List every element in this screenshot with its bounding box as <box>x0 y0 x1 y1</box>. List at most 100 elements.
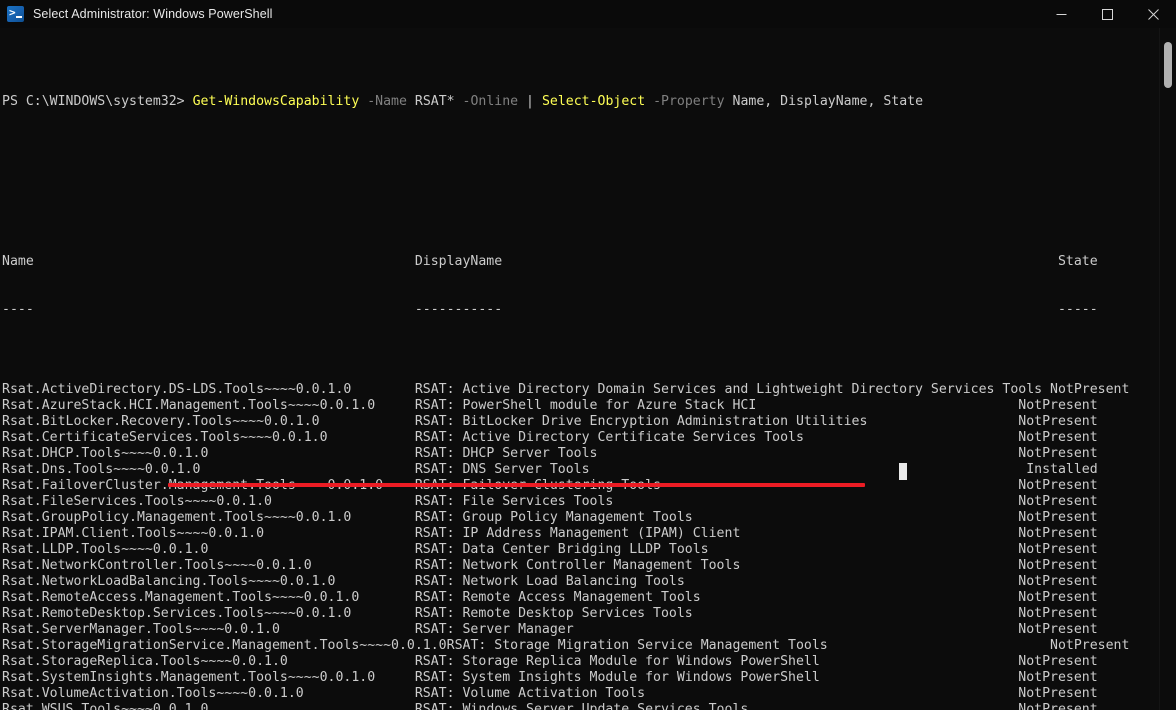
cell-state: NotPresent <box>1010 526 1097 541</box>
cell-state: NotPresent <box>1010 510 1097 525</box>
table-row: Rsat.StorageMigrationService.Management.… <box>2 638 1129 654</box>
cell-name: Rsat.AzureStack.HCI.Management.Tools~~~~… <box>2 398 415 413</box>
cell-display-name: RSAT: Remote Desktop Services Tools <box>415 606 1010 621</box>
property-list: Name, DisplayName, State <box>733 94 924 109</box>
pipe-operator-top: | <box>518 94 542 109</box>
cell-display-name: RSAT: DHCP Server Tools <box>415 446 1010 461</box>
table-row: Rsat.RemoteAccess.Management.Tools~~~~0.… <box>2 590 1129 606</box>
maximize-button[interactable] <box>1084 0 1130 28</box>
cell-display-name: RSAT: Data Center Bridging LLDP Tools <box>415 542 1010 557</box>
table-row: Rsat.CertificateServices.Tools~~~~0.0.1.… <box>2 430 1129 446</box>
table-row: Rsat.StorageReplica.Tools~~~~0.0.1.0 RSA… <box>2 654 1129 670</box>
cell-state: NotPresent <box>1010 558 1097 573</box>
table-row: Rsat.ServerManager.Tools~~~~0.0.1.0 RSAT… <box>2 622 1129 638</box>
cell-display-name: RSAT: File Services Tools <box>415 494 1010 509</box>
cell-display-name: RSAT: IP Address Management (IPAM) Clien… <box>415 526 1010 541</box>
cell-name: Rsat.LLDP.Tools~~~~0.0.1.0 <box>2 542 415 557</box>
powershell-icon <box>7 6 24 22</box>
cell-display-name: RSAT: Active Directory Certificate Servi… <box>415 430 1010 445</box>
cell-state: NotPresent <box>1010 654 1097 669</box>
command-line-top: PS C:\WINDOWS\system32> Get-WindowsCapab… <box>2 94 1129 110</box>
cell-name: Rsat.NetworkController.Tools~~~~0.0.1.0 <box>2 558 415 573</box>
cell-state: NotPresent <box>1010 542 1097 557</box>
table-row: Rsat.LLDP.Tools~~~~0.0.1.0 RSAT: Data Ce… <box>2 542 1129 558</box>
cell-state: NotPresent <box>1010 590 1097 605</box>
cell-display-name: RSAT: DNS Server Tools <box>415 462 1010 477</box>
console-scrollbar[interactable] <box>1159 28 1176 710</box>
cell-state: NotPresent <box>1010 414 1097 429</box>
cell-name: Rsat.RemoteAccess.Management.Tools~~~~0.… <box>2 590 415 605</box>
cell-display-name: RSAT: Server Manager <box>415 622 1010 637</box>
cell-state: NotPresent <box>1010 430 1097 445</box>
cell-name: Rsat.FileServices.Tools~~~~0.0.1.0 <box>2 494 415 509</box>
powershell-window: Select Administrator: Windows PowerShell <box>0 0 1176 710</box>
table-body: Rsat.ActiveDirectory.DS-LDS.Tools~~~~0.0… <box>2 382 1129 710</box>
table-row: Rsat.NetworkController.Tools~~~~0.0.1.0 … <box>2 558 1129 574</box>
cell-display-name: RSAT: Active Directory Domain Services a… <box>415 382 1042 397</box>
prompt-top: PS C:\WINDOWS\system32> <box>2 94 193 109</box>
cell-name: Rsat.IPAM.Client.Tools~~~~0.0.1.0 <box>2 526 415 541</box>
table-row: Rsat.DHCP.Tools~~~~0.0.1.0 RSAT: DHCP Se… <box>2 446 1129 462</box>
value-rsat-wildcard: RSAT* <box>415 94 455 109</box>
table-row: Rsat.SystemInsights.Management.Tools~~~~… <box>2 670 1129 686</box>
titlebar[interactable]: Select Administrator: Windows PowerShell <box>0 0 1176 28</box>
cell-name: Rsat.ActiveDirectory.DS-LDS.Tools~~~~0.0… <box>2 382 415 397</box>
cell-state: NotPresent <box>1010 574 1097 589</box>
cell-name: Rsat.VolumeActivation.Tools~~~~0.0.1.0 <box>2 686 415 701</box>
cell-state: NotPresent <box>1010 686 1097 701</box>
cell-name: Rsat.BitLocker.Recovery.Tools~~~~0.0.1.0 <box>2 414 415 429</box>
minimize-button[interactable] <box>1038 0 1084 28</box>
cell-display-name: RSAT: Storage Migration Service Manageme… <box>447 638 1042 653</box>
scrollbar-thumb[interactable] <box>1164 42 1172 88</box>
cell-name: Rsat.GroupPolicy.Management.Tools~~~~0.0… <box>2 510 415 525</box>
cell-name: Rsat.StorageMigrationService.Management.… <box>2 638 447 653</box>
cell-name: Rsat.Dns.Tools~~~~0.0.1.0 <box>2 462 415 477</box>
blank-line-1 <box>2 174 1129 190</box>
window-title: Select Administrator: Windows PowerShell <box>33 7 273 21</box>
cell-name: Rsat.SystemInsights.Management.Tools~~~~… <box>2 670 415 685</box>
cell-display-name: RSAT: Storage Replica Module for Windows… <box>415 654 1010 669</box>
window-controls <box>1038 0 1176 28</box>
table-row: Rsat.Dns.Tools~~~~0.0.1.0 RSAT: DNS Serv… <box>2 462 1129 478</box>
cmdlet-select-object: Select-Object <box>542 94 645 109</box>
cmdlet-get-windowscapability-top: Get-WindowsCapability <box>193 94 360 109</box>
cell-state: NotPresent <box>1010 494 1097 509</box>
cell-name: Rsat.CertificateServices.Tools~~~~0.0.1.… <box>2 430 415 445</box>
console-block-cursor <box>899 463 907 480</box>
cell-display-name: RSAT: BitLocker Drive Encryption Adminis… <box>415 414 1010 429</box>
cell-state: NotPresent <box>1010 478 1097 493</box>
column-header-name: Name DisplayName State <box>2 254 1098 269</box>
cell-display-name: RSAT: Remote Access Management Tools <box>415 590 1010 605</box>
table-header-row: Name DisplayName State <box>2 254 1129 270</box>
console-output-area[interactable]: PS C:\WINDOWS\system32> Get-WindowsCapab… <box>0 28 1176 710</box>
table-row: Rsat.FileServices.Tools~~~~0.0.1.0 RSAT:… <box>2 494 1129 510</box>
cell-display-name: RSAT: PowerShell module for Azure Stack … <box>415 398 1010 413</box>
table-row: Rsat.GroupPolicy.Management.Tools~~~~0.0… <box>2 510 1129 526</box>
cell-display-name: RSAT: Windows Server Update Services Too… <box>415 702 1010 710</box>
cell-state: NotPresent <box>1010 702 1097 710</box>
titlebar-left-group: Select Administrator: Windows PowerShell <box>0 6 273 22</box>
cell-name: Rsat.RemoteDesktop.Services.Tools~~~~0.0… <box>2 606 415 621</box>
cell-state: NotPresent <box>1010 622 1097 637</box>
annotation-underline <box>168 483 865 487</box>
table-row: Rsat.NetworkLoadBalancing.Tools~~~~0.0.1… <box>2 574 1129 590</box>
close-button[interactable] <box>1130 0 1176 28</box>
table-row: Rsat.AzureStack.HCI.Management.Tools~~~~… <box>2 398 1129 414</box>
cell-state: NotPresent <box>1010 670 1097 685</box>
cell-name: Rsat.WSUS.Tools~~~~0.0.1.0 <box>2 702 415 710</box>
table-row: Rsat.BitLocker.Recovery.Tools~~~~0.0.1.0… <box>2 414 1129 430</box>
cell-state: NotPresent <box>1010 398 1097 413</box>
cell-display-name: RSAT: Network Load Balancing Tools <box>415 574 1010 589</box>
cell-name: Rsat.DHCP.Tools~~~~0.0.1.0 <box>2 446 415 461</box>
column-rule-name: ---- ----------- ----- <box>2 302 1098 317</box>
cell-state: NotPresent <box>1010 446 1097 461</box>
console-text-buffer: PS C:\WINDOWS\system32> Get-WindowsCapab… <box>0 28 1129 710</box>
table-row: Rsat.VolumeActivation.Tools~~~~0.0.1.0 R… <box>2 686 1129 702</box>
table-row: Rsat.ActiveDirectory.DS-LDS.Tools~~~~0.0… <box>2 382 1129 398</box>
table-rule-row: ---- ----------- ----- <box>2 302 1129 318</box>
table-row: Rsat.IPAM.Client.Tools~~~~0.0.1.0 RSAT: … <box>2 526 1129 542</box>
cell-display-name: RSAT: System Insights Module for Windows… <box>415 670 1010 685</box>
table-row: Rsat.WSUS.Tools~~~~0.0.1.0 RSAT: Windows… <box>2 702 1129 710</box>
param-name-top: -Name <box>359 94 415 109</box>
cell-name: Rsat.NetworkLoadBalancing.Tools~~~~0.0.1… <box>2 574 415 589</box>
